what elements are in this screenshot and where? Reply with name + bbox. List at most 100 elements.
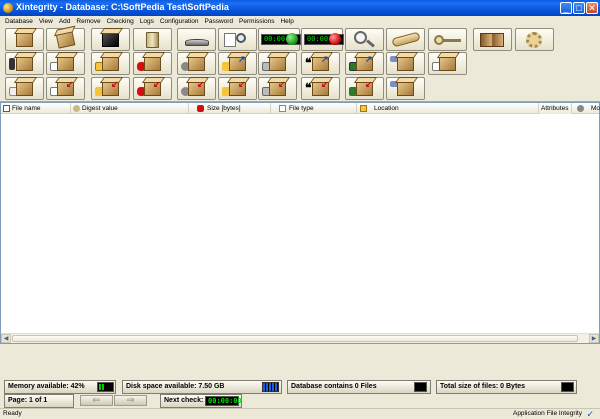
next-check-label: Next check: [164,397,204,404]
box-icon [16,81,33,96]
next-check-timer: 00:00:00 [205,396,242,406]
help-book-button[interactable] [473,28,512,51]
file-list[interactable]: File name Digest value Size [bytes] File… [0,102,600,344]
add-by-date-button[interactable] [177,52,216,75]
add-network-button[interactable]: ↗ [345,52,384,75]
box-icon [188,56,205,71]
add-document-button[interactable] [428,52,467,75]
menu-remove[interactable]: Remove [73,16,103,27]
remove-network-button[interactable]: ↙ [345,77,384,100]
menu-logs[interactable]: Logs [137,16,157,27]
device-icon [9,58,15,70]
start-check-button[interactable]: 00:00:00 [258,28,301,51]
quote-icon: ❝ [305,56,312,70]
next-page-button[interactable]: ⇒ [114,395,147,406]
menu-view[interactable]: View [36,16,56,27]
remove-arrow-icon: ↙ [321,79,329,89]
scroll-icon [391,31,421,48]
remove-arrow-icon: ↙ [153,79,161,89]
remove-by-type-button[interactable]: ↙ [218,77,257,100]
new-database-button[interactable] [5,28,44,51]
hard-disk-button[interactable] [177,28,216,51]
drive-icon [185,39,209,46]
minimize-button[interactable]: _ [560,2,572,14]
menu-permissions[interactable]: Permissions [236,16,277,27]
scroll-thumb[interactable] [12,335,578,342]
box-icon [269,56,286,71]
menu-database[interactable]: Database [2,16,36,27]
add-multiple-button[interactable] [386,52,425,75]
close-button[interactable]: ✕ [586,2,598,14]
checkmark-icon: ✓ [586,409,594,419]
status-row-1: Memory available: 42% Disk space availab… [0,380,600,394]
status-row-2: Page: 1 of 1 ⇐ ⇒ Next check: 00:00:00 [0,394,600,408]
remove-drive-button[interactable]: ↙ [258,77,297,100]
column-modified[interactable]: Mo [572,103,600,114]
scroll-left-button[interactable]: ◀ [1,334,11,343]
magnifier-icon [236,33,246,43]
open-database-button[interactable] [46,28,85,51]
remove-database-file-button[interactable]: ↙ [133,77,172,100]
column-attributes[interactable]: Attributes [538,103,572,114]
add-list-button[interactable] [46,52,85,75]
column-file-type[interactable]: File type [271,103,357,114]
search-files-button[interactable] [218,28,257,51]
remove-arrow-icon: ↙ [197,79,205,89]
scroll-log-button[interactable] [386,28,425,51]
ready-text: Ready [3,410,22,417]
remove-by-date-button[interactable]: ↙ [177,77,216,100]
remove-folder-button[interactable]: ↙ [91,77,130,100]
trash-icon [146,32,159,48]
column-size[interactable]: Size [bytes] [189,103,271,114]
key-icon [73,105,80,112]
remove-quoted-button[interactable]: ❝ ↙ [301,77,340,100]
add-database-file-button[interactable] [133,52,172,75]
box-icon [439,56,456,71]
memory-panel: Memory available: 42% [4,380,116,394]
column-file-name[interactable]: File name [1,103,71,114]
total-size-meter [561,382,574,392]
remove-arrow-icon: ↙ [278,79,286,89]
menu-help[interactable]: Help [277,16,296,27]
horizontal-scrollbar[interactable]: ◀ ▶ [1,333,599,343]
password-button[interactable] [428,28,467,51]
add-quoted-button[interactable]: ❝ ↗ [301,52,340,75]
folder-icon [360,105,367,112]
add-file-button[interactable] [5,52,44,75]
integrity-text: Application File Integrity [512,410,582,417]
column-digest-value[interactable]: Digest value [71,103,189,114]
delete-database-button[interactable] [133,28,172,51]
settings-button[interactable] [515,28,554,51]
remove-list-button[interactable]: ↙ [46,77,85,100]
box-icon [102,56,119,71]
find-button[interactable] [345,28,384,51]
stop-check-button[interactable]: 00:00:00 [301,28,344,51]
magnifier-icon [354,31,367,44]
add-by-type-button[interactable]: ↗ [218,52,257,75]
arrow-icon: ↗ [238,54,246,64]
remove-multiple-button[interactable] [386,77,425,100]
database-meter [414,382,427,392]
close-database-button[interactable] [91,28,130,51]
menu-checking[interactable]: Checking [104,16,137,27]
add-folder-button[interactable] [91,52,130,75]
file-icon [3,105,10,112]
add-drive-button[interactable] [258,52,297,75]
total-size-panel: Total size of files: 0 Bytes [436,380,577,394]
menu-password[interactable]: Password [202,16,237,27]
menu-add[interactable]: Add [56,16,74,27]
remove-arrow-icon: ↙ [365,79,373,89]
menu-configuration[interactable]: Configuration [157,16,202,27]
black-box-icon [102,32,119,47]
status-bar: Ready Application File Integrity ✓ [0,408,600,419]
maximize-button[interactable]: □ [573,2,585,14]
next-check-panel: Next check: 00:00:00 [160,394,242,408]
remove-arrow-icon: ↙ [66,79,74,89]
remove-file-button[interactable] [5,77,44,100]
scroll-right-button[interactable]: ▶ [589,334,599,343]
box-icon [397,56,414,71]
window-title: Xintegrity - Database: C:\SoftPedia Test… [16,2,229,12]
page-panel: Page: 1 of 1 [4,394,74,408]
previous-page-button[interactable]: ⇐ [80,395,113,406]
quote-icon: ❝ [305,81,312,95]
